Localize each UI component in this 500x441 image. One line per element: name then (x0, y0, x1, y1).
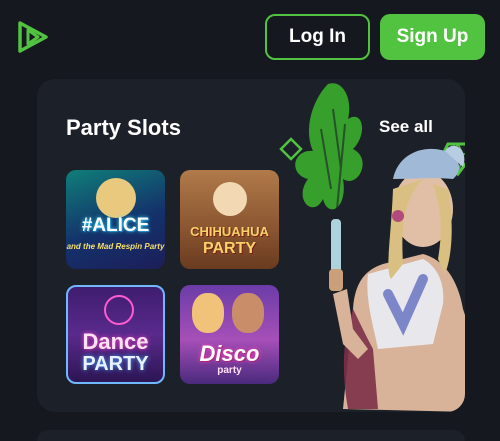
game-subtitle: and the Mad Respin Party (66, 242, 165, 251)
game-title: Dance (82, 329, 149, 354)
play-logo-icon[interactable] (16, 20, 50, 54)
game-title: Disco (199, 341, 260, 366)
login-button[interactable]: Log In (265, 14, 370, 60)
top-bar: Log In Sign Up (0, 0, 500, 70)
alice-character-art (96, 178, 136, 218)
disco-ball-icon (104, 295, 134, 325)
game-subtitle: PARTY (82, 353, 149, 375)
disco-character-art (232, 293, 264, 333)
party-slots-section: Party Slots See all #ALICE and the Mad R… (37, 79, 465, 412)
game-title: #ALICE (81, 215, 150, 236)
game-title: CHIHUAHUA (190, 224, 269, 239)
game-subtitle: PARTY (202, 240, 257, 257)
signup-button[interactable]: Sign Up (380, 14, 485, 60)
next-section-edge (37, 430, 465, 441)
disco-character-art (192, 293, 224, 333)
game-tile-chihuahua-party[interactable]: CHIHUAHUA PARTY (180, 170, 279, 269)
game-tile-disco-party[interactable]: Disco party (180, 285, 279, 384)
game-subtitle: party (217, 365, 242, 376)
section-title: Party Slots (66, 115, 181, 140)
hero-character-image (279, 83, 465, 412)
see-all-link[interactable]: See all (379, 117, 433, 137)
chihuahua-character-art (213, 182, 247, 216)
game-tile-alice[interactable]: #ALICE and the Mad Respin Party (66, 170, 165, 269)
game-tile-dance-party[interactable]: Dance PARTY (66, 285, 165, 384)
